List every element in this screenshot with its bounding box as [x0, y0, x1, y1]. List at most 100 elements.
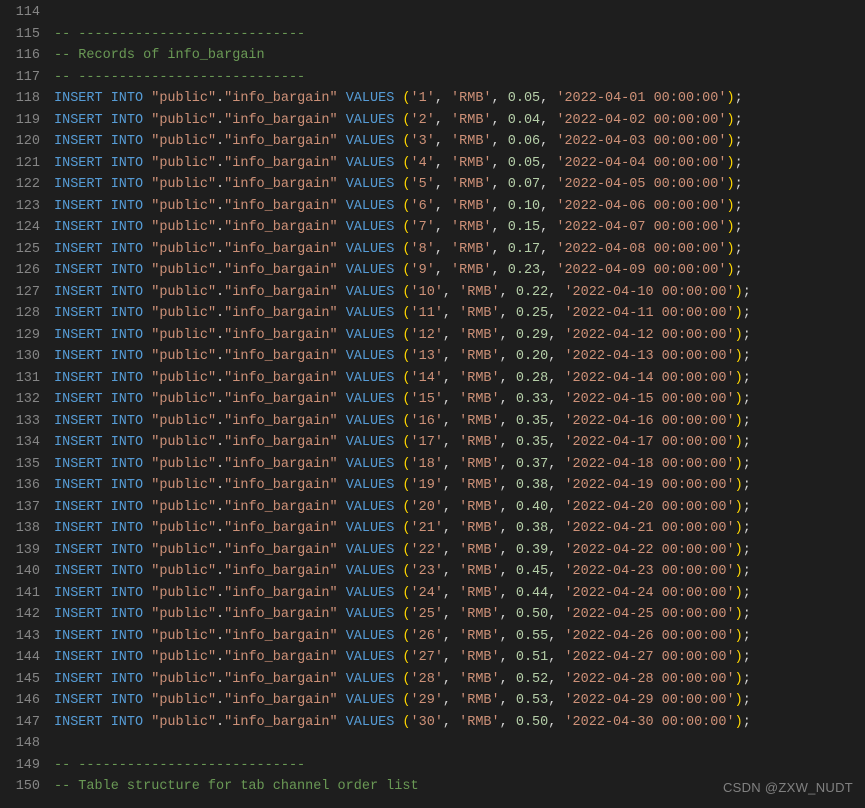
comma: ,: [492, 199, 508, 214]
keyword-values: VALUES: [346, 500, 395, 515]
value-id: '6': [411, 199, 435, 214]
comma: ,: [500, 328, 516, 343]
code-content[interactable]: -- ------------------------------ Record…: [48, 0, 865, 798]
semicolon: ;: [743, 349, 751, 364]
value-currency: 'RMB': [451, 156, 492, 171]
paren-close: ): [735, 521, 743, 536]
table-name: "info_bargain": [224, 543, 337, 558]
code-line: INSERT INTO "public"."info_bargain" VALU…: [54, 583, 865, 605]
schema-name: "public": [151, 650, 216, 665]
comma: ,: [500, 521, 516, 536]
comma: ,: [500, 586, 516, 601]
comma: ,: [492, 242, 508, 257]
keyword-insert: INSERT INTO: [54, 349, 143, 364]
comma: ,: [500, 607, 516, 622]
code-line: INSERT INTO "public"."info_bargain" VALU…: [54, 540, 865, 562]
value-number: 0.28: [516, 371, 548, 386]
paren-open: (: [402, 113, 410, 128]
dot: .: [216, 328, 224, 343]
paren-close: ): [727, 177, 735, 192]
comma: ,: [443, 371, 459, 386]
paren-close: ): [735, 457, 743, 472]
paren-close: ): [735, 392, 743, 407]
schema-name: "public": [151, 263, 216, 278]
comma: ,: [443, 543, 459, 558]
paren-close: ): [735, 543, 743, 558]
paren-close: ): [735, 693, 743, 708]
code-line: INSERT INTO "public"."info_bargain" VALU…: [54, 411, 865, 433]
comma: ,: [500, 629, 516, 644]
line-number: 131: [0, 368, 40, 390]
value-currency: 'RMB': [451, 220, 492, 235]
schema-name: "public": [151, 177, 216, 192]
paren-open: (: [402, 457, 410, 472]
table-name: "info_bargain": [224, 715, 337, 730]
table-name: "info_bargain": [224, 263, 337, 278]
comment-dashes: -- ----------------------------: [54, 70, 305, 85]
comment-dashes: -- ----------------------------: [54, 758, 305, 773]
comma: ,: [443, 650, 459, 665]
code-line: INSERT INTO "public"."info_bargain" VALU…: [54, 346, 865, 368]
comma: ,: [443, 457, 459, 472]
comment-dashes: -- ----------------------------: [54, 27, 305, 42]
value-timestamp: '2022-04-05 00:00:00': [556, 177, 726, 192]
line-number: 116: [0, 45, 40, 67]
keyword-values: VALUES: [346, 113, 395, 128]
paren-close: ): [727, 91, 735, 106]
line-number: 147: [0, 712, 40, 734]
value-id: '18': [411, 457, 443, 472]
table-name: "info_bargain": [224, 629, 337, 644]
comma: ,: [443, 349, 459, 364]
value-timestamp: '2022-04-20 00:00:00': [564, 500, 734, 515]
value-number: 0.07: [508, 177, 540, 192]
value-number: 0.33: [516, 392, 548, 407]
comma: ,: [548, 435, 564, 450]
comma: ,: [443, 607, 459, 622]
comma: ,: [435, 242, 451, 257]
comma: ,: [548, 371, 564, 386]
line-number: 128: [0, 303, 40, 325]
value-currency: 'RMB': [459, 500, 500, 515]
dot: .: [216, 650, 224, 665]
value-id: '1': [411, 91, 435, 106]
table-name: "info_bargain": [224, 306, 337, 321]
value-timestamp: '2022-04-15 00:00:00': [564, 392, 734, 407]
semicolon: ;: [743, 521, 751, 536]
comma: ,: [500, 306, 516, 321]
paren-open: (: [402, 650, 410, 665]
value-currency: 'RMB': [459, 693, 500, 708]
comma: ,: [435, 134, 451, 149]
comma: ,: [500, 693, 516, 708]
paren-open: (: [402, 242, 410, 257]
value-timestamp: '2022-04-17 00:00:00': [564, 435, 734, 450]
value-id: '7': [411, 220, 435, 235]
code-line: INSERT INTO "public"."info_bargain" VALU…: [54, 260, 865, 282]
comma: ,: [435, 156, 451, 171]
value-id: '15': [411, 392, 443, 407]
keyword-insert: INSERT INTO: [54, 478, 143, 493]
value-number: 0.37: [516, 457, 548, 472]
semicolon: ;: [743, 285, 751, 300]
table-name: "info_bargain": [224, 586, 337, 601]
semicolon: ;: [735, 156, 743, 171]
dot: .: [216, 457, 224, 472]
code-line: INSERT INTO "public"."info_bargain" VALU…: [54, 712, 865, 734]
paren-close: ): [735, 435, 743, 450]
comma: ,: [500, 349, 516, 364]
value-number: 0.38: [516, 521, 548, 536]
semicolon: ;: [743, 586, 751, 601]
keyword-insert: INSERT INTO: [54, 91, 143, 106]
keyword-insert: INSERT INTO: [54, 306, 143, 321]
line-number: 125: [0, 239, 40, 261]
value-id: '14': [411, 371, 443, 386]
value-id: '10': [411, 285, 443, 300]
value-timestamp: '2022-04-10 00:00:00': [564, 285, 734, 300]
semicolon: ;: [735, 220, 743, 235]
keyword-values: VALUES: [346, 285, 395, 300]
value-id: '16': [411, 414, 443, 429]
value-number: 0.29: [516, 328, 548, 343]
comma: ,: [548, 500, 564, 515]
code-line: -- ----------------------------: [54, 67, 865, 89]
keyword-insert: INSERT INTO: [54, 672, 143, 687]
line-number: 145: [0, 669, 40, 691]
